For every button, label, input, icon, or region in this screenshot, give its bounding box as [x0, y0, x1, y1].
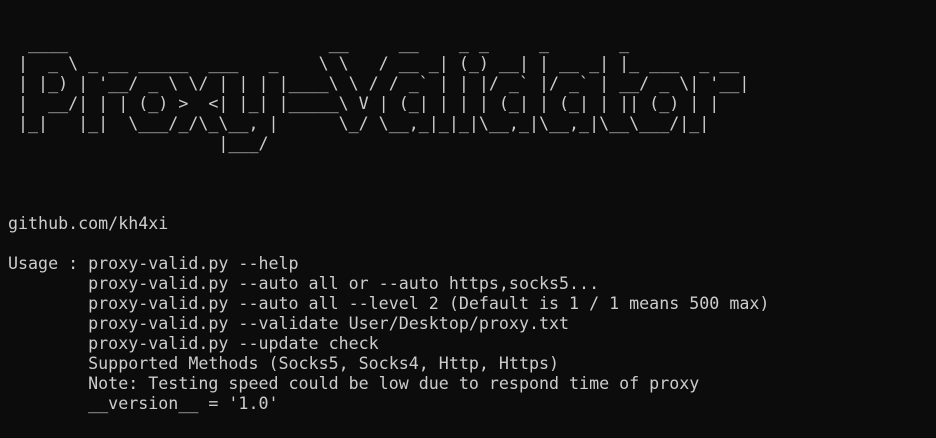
terminal-window[interactable]: ____ __ __ _ _ _ _ | _ \ _ __ _____ ___ … — [0, 0, 936, 438]
terminal-output: ____ __ __ _ _ _ _ | _ \ _ __ _____ ___ … — [8, 34, 769, 414]
usage-line: proxy-valid.py --auto all --level 2 (Def… — [8, 294, 770, 313]
usage-line: Note: Testing speed could be low due to … — [8, 374, 700, 393]
ascii-banner-line: ____ __ __ _ _ _ _ — [8, 34, 630, 53]
usage-line: Usage : proxy-valid.py --help — [8, 254, 299, 273]
usage-line: proxy-valid.py --validate User/Desktop/p… — [8, 314, 570, 333]
ascii-banner-line: | __/| | | (_) > <| |_| |_____\ V | (_| … — [8, 94, 720, 113]
ascii-banner-line: |_| |_| \___/_/\_\__, | \_/ \__,_|_|_|\_… — [8, 114, 710, 133]
usage-line: proxy-valid.py --auto all or --auto http… — [8, 274, 600, 293]
usage-line: proxy-valid.py --update check — [8, 334, 379, 353]
usage-line: Supported Methods (Socks5, Socks4, Http,… — [8, 354, 560, 373]
ascii-banner-line: | _ \ _ __ _____ ___ _ \ \ / __ _| (_) _… — [8, 54, 740, 73]
version-line: __version__ = '1.0' — [8, 394, 279, 413]
ascii-banner-line: |___/ — [8, 134, 269, 153]
author-line: github.com/kh4xi — [8, 214, 169, 233]
ascii-banner-line: | |_) | '__/ _ \ \/ | | | |____\ \ / / _… — [8, 74, 750, 93]
